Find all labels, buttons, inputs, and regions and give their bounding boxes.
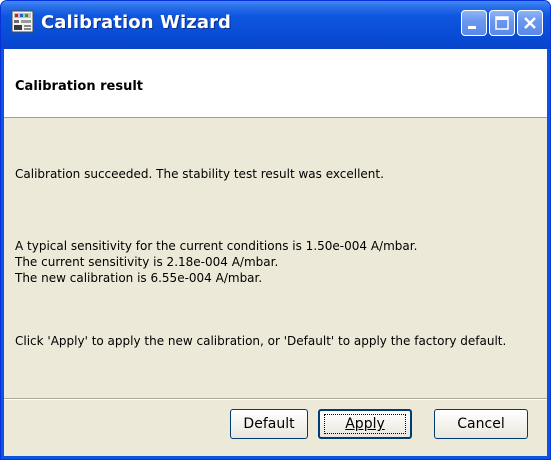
window-title: Calibration Wizard <box>41 12 232 33</box>
apply-button[interactable]: Apply <box>318 409 412 439</box>
sensitivity-summary: A typical sensitivity for the current co… <box>15 238 540 286</box>
calibration-wizard-app-icon <box>11 10 34 33</box>
dialog-client-area: Calibration result Calibration succeeded… <box>4 49 547 456</box>
instruction-message: Click 'Apply' to apply the new calibrati… <box>15 334 507 348</box>
calibration-status-message: Calibration succeeded. The stability tes… <box>15 167 384 181</box>
calibration-wizard-window: Calibration Wizard Calibration result Ca… <box>0 0 551 460</box>
typical-sensitivity-text: A typical sensitivity for the current co… <box>15 239 418 253</box>
maximize-button[interactable] <box>489 10 515 36</box>
cancel-button[interactable]: Cancel <box>434 409 528 439</box>
close-button[interactable] <box>517 10 543 36</box>
current-sensitivity-text: The current sensitivity is 2.18e-004 A/m… <box>15 255 279 269</box>
button-row-divider <box>4 398 547 400</box>
title-bar[interactable]: Calibration Wizard <box>1 1 550 49</box>
apply-button-label: Apply <box>345 416 385 432</box>
new-calibration-text: The new calibration is 6.55e-004 A/mbar. <box>15 271 263 285</box>
wizard-header-panel: Calibration result <box>4 49 547 118</box>
default-button[interactable]: Default <box>230 409 308 439</box>
minimize-button[interactable] <box>461 10 487 36</box>
page-title: Calibration result <box>15 79 143 94</box>
